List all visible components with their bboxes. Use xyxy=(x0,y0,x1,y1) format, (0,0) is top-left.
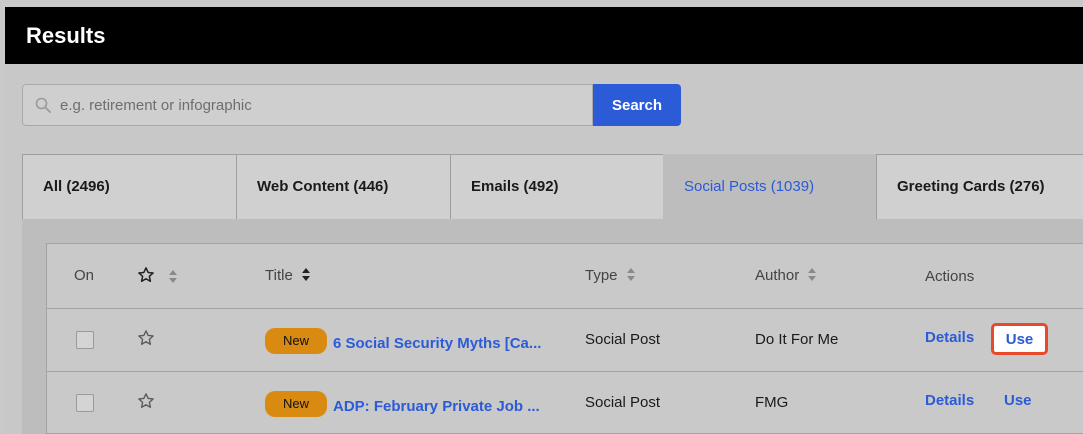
star-icon[interactable] xyxy=(137,329,155,347)
use-link[interactable]: Use xyxy=(1004,392,1032,409)
row-checkbox[interactable] xyxy=(76,394,94,412)
search-box xyxy=(22,84,593,126)
results-header: Results xyxy=(5,7,1083,64)
sort-icon xyxy=(807,268,817,282)
column-author[interactable]: Author xyxy=(755,267,817,284)
details-link[interactable]: Details xyxy=(925,329,974,346)
column-title-label: Title xyxy=(265,267,293,284)
sort-icon[interactable] xyxy=(168,270,178,284)
search-button[interactable]: Search xyxy=(593,84,681,126)
column-actions: Actions xyxy=(925,268,975,285)
row-checkbox[interactable] xyxy=(76,331,94,349)
category-tabs: All (2496) Web Content (446) Emails (492… xyxy=(22,154,1083,219)
use-button[interactable]: Use xyxy=(991,323,1048,355)
results-tab-panel: On Title Type Author Actions New 6 Social… xyxy=(22,219,1083,434)
title-cell: New 6 Social Security Myths [Ca... xyxy=(265,328,541,357)
sort-icon xyxy=(626,268,636,282)
page-title: Results xyxy=(26,23,106,48)
title-link[interactable]: ADP: February Private Job ... xyxy=(333,398,540,415)
search-input[interactable] xyxy=(60,85,580,125)
tab-social-posts[interactable]: Social Posts (1039) xyxy=(663,154,877,219)
table-header-row: On Title Type Author Actions xyxy=(47,244,1083,309)
results-table: On Title Type Author Actions New 6 Social… xyxy=(46,243,1083,434)
title-link[interactable]: 6 Social Security Myths [Ca... xyxy=(333,335,541,352)
column-title[interactable]: Title xyxy=(265,267,311,284)
type-cell: Social Post xyxy=(585,394,661,411)
column-author-label: Author xyxy=(755,267,800,284)
tab-emails[interactable]: Emails (492) xyxy=(450,154,664,219)
tab-greeting-cards[interactable]: Greeting Cards (276) xyxy=(876,154,1083,219)
search-icon xyxy=(35,97,51,113)
sort-icon xyxy=(301,268,311,282)
tab-web-content[interactable]: Web Content (446) xyxy=(236,154,451,219)
table-row: New ADP: February Private Job ... Social … xyxy=(47,372,1083,434)
table-row: New 6 Social Security Myths [Ca... Social… xyxy=(47,309,1083,372)
results-panel: Results Search All (2496) Web Content (4… xyxy=(5,7,1083,434)
author-cell: FMG xyxy=(755,394,789,411)
title-cell: New ADP: February Private Job ... xyxy=(265,391,540,420)
column-type[interactable]: Type xyxy=(585,267,636,284)
new-badge: New xyxy=(265,391,327,417)
star-icon xyxy=(138,267,154,283)
column-type-label: Type xyxy=(585,267,618,284)
type-cell: Social Post xyxy=(585,331,661,348)
star-icon[interactable] xyxy=(137,392,155,410)
details-link[interactable]: Details xyxy=(925,392,974,409)
tab-all[interactable]: All (2496) xyxy=(22,154,237,219)
column-on: On xyxy=(74,267,95,284)
new-badge: New xyxy=(265,328,327,354)
author-cell: Do It For Me xyxy=(755,331,839,348)
